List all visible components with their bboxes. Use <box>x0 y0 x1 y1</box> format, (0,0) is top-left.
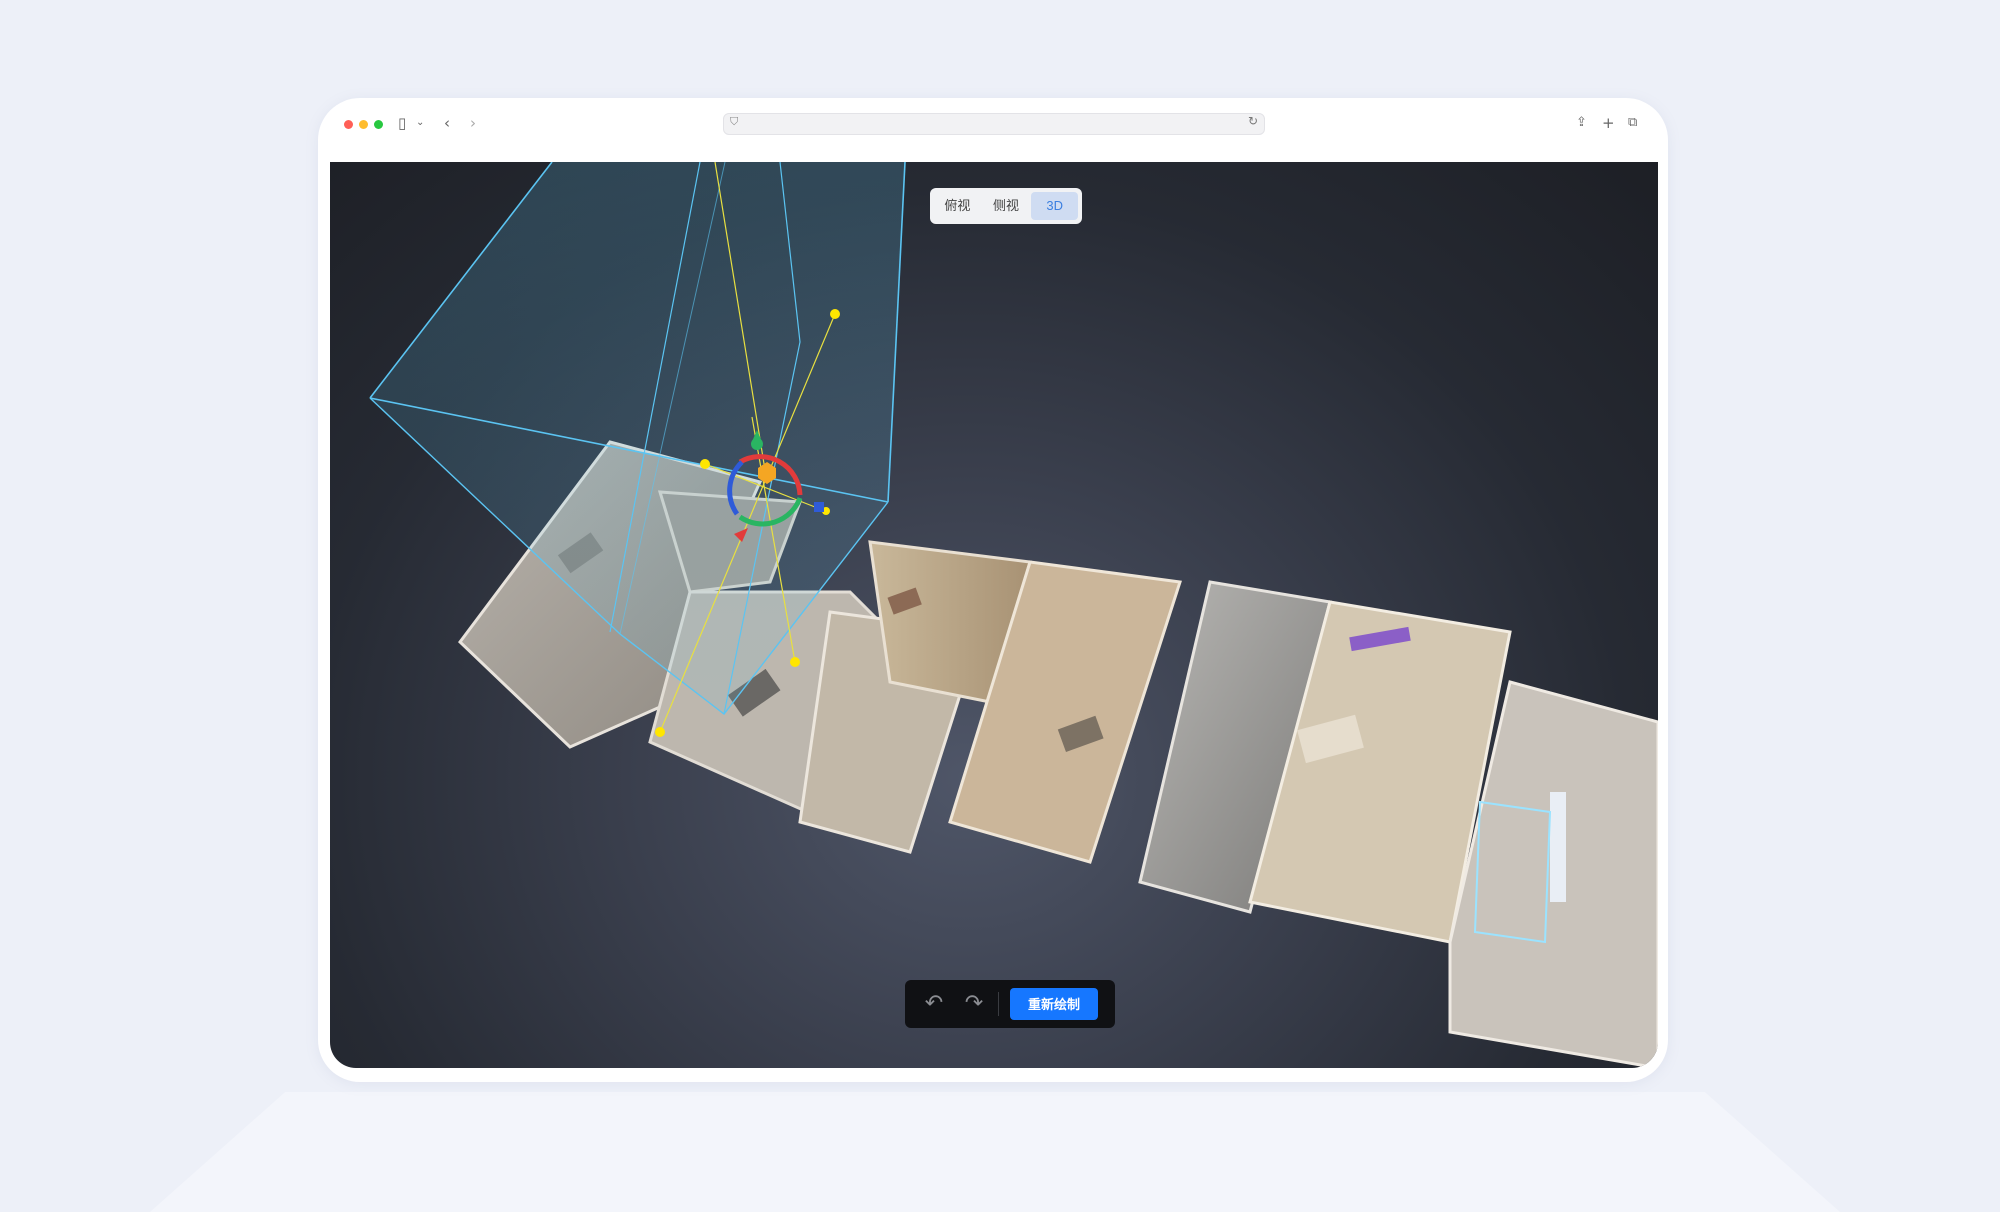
reload-icon[interactable]: ↻ <box>1248 114 1258 128</box>
traffic-lights <box>344 120 383 129</box>
gizmo-handle[interactable] <box>655 727 665 737</box>
address-bar[interactable]: ⛉ ↻ <box>723 113 1265 135</box>
view-mode-top-button[interactable]: 俯视 <box>934 192 981 220</box>
3d-scene[interactable] <box>330 162 1658 1068</box>
gizmo-handle[interactable] <box>830 309 840 319</box>
browser-toolbar: ▯ ⌄ ‹ › ⛉ ↻ ⇪ + ⧉ <box>318 98 1668 150</box>
gizmo-handle[interactable] <box>790 657 800 667</box>
close-window-button[interactable] <box>344 120 353 129</box>
gizmo-axis-x-handle[interactable] <box>814 502 824 512</box>
chevron-left-icon[interactable]: ‹ <box>444 112 450 134</box>
browser-window: ▯ ⌄ ‹ › ⛉ ↻ ⇪ + ⧉ 俯视 侧视 3D ↶ ↷ 重新绘制 <box>318 98 1668 1082</box>
shield-icon: ⛉ <box>730 115 739 128</box>
furniture <box>1550 792 1566 902</box>
maximize-window-button[interactable] <box>374 120 383 129</box>
view-mode-toggle: 俯视 侧视 3D <box>930 188 1082 224</box>
sidebar-icon[interactable]: ▯ <box>398 112 406 134</box>
view-mode-3d-button[interactable]: 3D <box>1031 192 1079 220</box>
undo-icon[interactable]: ↶ <box>919 990 949 1018</box>
view-mode-side-button[interactable]: 侧视 <box>983 192 1030 220</box>
minimize-window-button[interactable] <box>359 120 368 129</box>
device-stand <box>150 1092 1840 1212</box>
chevron-right-icon[interactable]: › <box>470 112 476 134</box>
tabs-overview-icon[interactable]: ⧉ <box>1628 112 1637 134</box>
toolbar-divider <box>998 992 999 1016</box>
drawing-toolbar: ↶ ↷ 重新绘制 <box>905 980 1115 1028</box>
plus-icon[interactable]: + <box>1602 112 1615 134</box>
chevron-down-icon[interactable]: ⌄ <box>416 112 424 134</box>
redraw-button[interactable]: 重新绘制 <box>1010 988 1098 1020</box>
3d-viewport[interactable]: 俯视 侧视 3D ↶ ↷ 重新绘制 <box>330 162 1658 1068</box>
redo-icon[interactable]: ↷ <box>959 990 989 1018</box>
gizmo-handle[interactable] <box>700 459 710 469</box>
share-icon[interactable]: ⇪ <box>1576 112 1587 134</box>
